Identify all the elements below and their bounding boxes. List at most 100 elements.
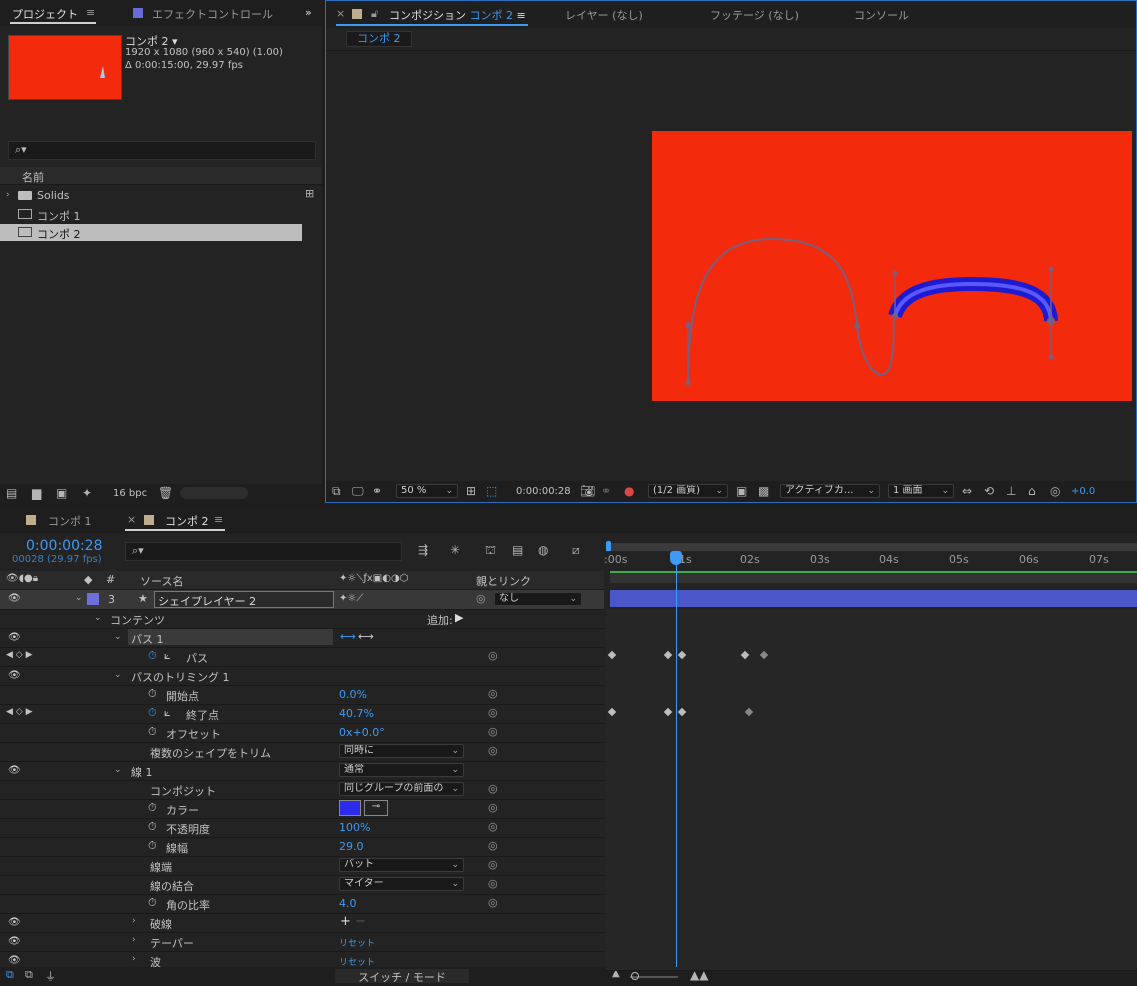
tab-layer[interactable]: レイヤー (なし) [565,7,643,23]
chevron-down-icon[interactable]: ⌄ [75,593,83,603]
panel-menu-icon[interactable]: ≡ [86,6,95,19]
stopwatch-icon[interactable]: ⏱︎ [148,896,157,910]
stopwatch-icon[interactable]: ⏱︎ [148,649,157,663]
new-folder-icon[interactable]: ▆ [32,486,41,500]
start-value[interactable]: 0.0% [339,688,367,701]
render-time-icon[interactable]: ⏚ [45,968,56,984]
pickwhip-icon[interactable]: ◎ [476,592,486,605]
trim-multiple-select[interactable]: 同時に ⌄ [339,744,464,758]
chevron-right-icon[interactable]: › [132,954,136,964]
layer-switches[interactable]: ✦☼⟋ [339,593,363,604]
eye-icon[interactable]: 👁︎ [8,593,21,604]
layer-label-swatch[interactable] [87,593,99,605]
timeline-track-area[interactable]: :00s 01s 02s 03s 04s 05s 06s 07s [604,535,1137,971]
close-icon[interactable]: × [336,7,345,20]
roi-icon[interactable]: ▣ [736,484,747,498]
graph-icon[interactable]: ⟀ [164,706,171,720]
path-group-row[interactable]: 👁︎ ⌄ パス 1 ⟷ ⟷ [0,628,604,648]
playhead-line[interactable] [676,551,677,967]
line-cap-row[interactable]: 線端 バット ⌄ ◎ [0,856,604,876]
graph-editor-icon[interactable]: ⧄ [572,543,580,558]
eye-icon[interactable]: 👁︎ [8,632,21,643]
stroke-width-value[interactable]: 29.0 [339,840,364,853]
tab-project[interactable]: プロジェクト [12,6,78,22]
offset-value[interactable]: 0x+0.0° [339,726,385,739]
path-group-name[interactable]: パス 1 [128,629,333,646]
expand-panels-icon[interactable]: » [305,6,312,19]
exposure-value[interactable]: +0.0 [1071,486,1095,497]
taper-reset[interactable]: リセット [339,936,375,949]
start-row[interactable]: ⏱︎ 開始点 0.0% ◎ [0,685,604,705]
eye-icon[interactable]: 👁︎ [8,936,21,947]
expression-pickwhip-icon[interactable]: ◎ [488,687,498,700]
taper-row[interactable]: 👁︎ › テーパー リセット [0,932,604,952]
chevron-down-icon[interactable]: ⌄ [114,670,122,680]
playhead-head[interactable] [670,551,682,565]
chevron-down-icon[interactable]: ⌄ [114,632,122,642]
eye-icon[interactable]: 👁︎ [8,955,21,966]
opacity-value[interactable]: 100% [339,821,370,834]
layer-switch-icon[interactable]: ⧉ [6,968,14,982]
trim-multiple-row[interactable]: 複数のシェイプをトリム 同時に ⌄ ◎ [0,742,604,762]
expression-pickwhip-icon[interactable]: ◎ [488,858,498,871]
keyframe-nav[interactable]: ◀ ◇ ▶ [6,650,33,660]
eye-icon[interactable]: 👁︎ [8,765,21,776]
expression-pickwhip-icon[interactable]: ◎ [488,801,498,814]
keyframe-nav[interactable]: ◀ ◇ ▶ [6,707,33,717]
expression-pickwhip-icon[interactable]: ◎ [488,706,498,719]
dash-row[interactable]: 👁︎ › 破線 + − [0,913,604,933]
comp-canvas[interactable] [652,131,1132,401]
draft-3d-icon[interactable]: ✳ [450,543,460,557]
miter-row[interactable]: ⏱︎ 角の比率 4.0 ◎ [0,894,604,914]
column-name[interactable]: 名前 [22,169,44,185]
layer-row[interactable]: 👁︎ ⌄ 3 ★ シェイプレイヤー 2 ✦☼⟋ ◎ なし ⌄ [0,590,604,610]
tab-console[interactable]: コンソール [854,7,909,23]
timeline-search[interactable]: ⌕▾ [125,542,402,561]
lock-icon[interactable]: 🔓︎ [371,7,378,21]
path-direction-icon[interactable]: ⟷ [340,630,356,643]
column-parent[interactable]: 親とリンク [476,573,531,589]
interpret-footage-icon[interactable]: ▤ [6,486,17,500]
motion-blur-icon[interactable]: ◍ [538,543,548,557]
zoom-slider-knob[interactable] [631,972,639,980]
expression-pickwhip-icon[interactable]: ◎ [488,839,498,852]
line-join-row[interactable]: 線の結合 マイター ⌄ ◎ [0,875,604,895]
zoom-select[interactable]: 50 % ⌄ [396,484,458,498]
work-area-bar[interactable] [606,541,1137,553]
expression-pickwhip-icon[interactable]: ◎ [488,782,498,795]
eye-icon[interactable]: 👁︎ [8,917,21,928]
current-time[interactable]: 0:00:00:28 [26,538,103,554]
shy-icon[interactable]: ⛫ [485,543,496,559]
bpc-button[interactable]: 16 bpc [113,488,147,499]
grid-icon[interactable]: ⊞ [466,484,476,498]
tab-comp1[interactable]: コンポ 1 [48,513,92,529]
tab-footage[interactable]: フッテージ (なし) [710,7,799,23]
show-snapshot-icon[interactable]: ⚭ [601,484,611,498]
trash-icon[interactable]: 🗑 [158,486,173,500]
stroke-group-row[interactable]: 👁︎ ⌄ 線 1 通常 ⌄ [0,761,604,781]
comp-viewer[interactable] [326,51,1136,481]
stroke-mode-select[interactable]: 通常 ⌄ [339,763,464,777]
stopwatch-icon[interactable]: ⏱︎ [148,725,157,739]
thumbnail-slider[interactable] [180,487,248,499]
project-item-comp1[interactable]: コンポ 1 [0,206,302,223]
time-ruler[interactable]: :00s 01s 02s 03s 04s 05s 06s 07s [604,551,1137,571]
expression-pickwhip-icon[interactable]: ◎ [488,896,498,909]
transfer-controls-icon[interactable]: ⧉ [25,968,33,982]
eyedropper-icon[interactable]: ⊸ [364,800,388,816]
stroke-width-row[interactable]: ⏱︎ 線幅 29.0 ◎ [0,837,604,857]
offset-row[interactable]: ⏱︎ オフセット 0x+0.0° ◎ [0,723,604,743]
chevron-right-icon[interactable]: › [132,916,136,926]
chevron-right-icon[interactable]: › [132,935,136,945]
stopwatch-icon[interactable]: ⏱︎ [148,801,157,815]
switches-modes-button[interactable]: スイッチ / モード [335,969,469,984]
path-reverse-icon[interactable]: ⟷ [358,630,374,643]
graph-icon[interactable]: ⟀ [164,649,171,663]
render-icon[interactable]: ✦ [82,486,92,500]
end-row[interactable]: ◀ ◇ ▶ ⏱︎ ⟀ 終了点 40.7% ◎ [0,704,604,724]
composite-select[interactable]: 同じグループの前面の ⌄ [339,782,464,796]
stopwatch-icon[interactable]: ⏱︎ [148,706,157,720]
frame-blending-icon[interactable]: ▤ [512,543,523,557]
flowchart-icon[interactable]: ⊞ [305,187,314,200]
tab-effect-controls[interactable]: エフェクトコントロール [152,6,282,22]
